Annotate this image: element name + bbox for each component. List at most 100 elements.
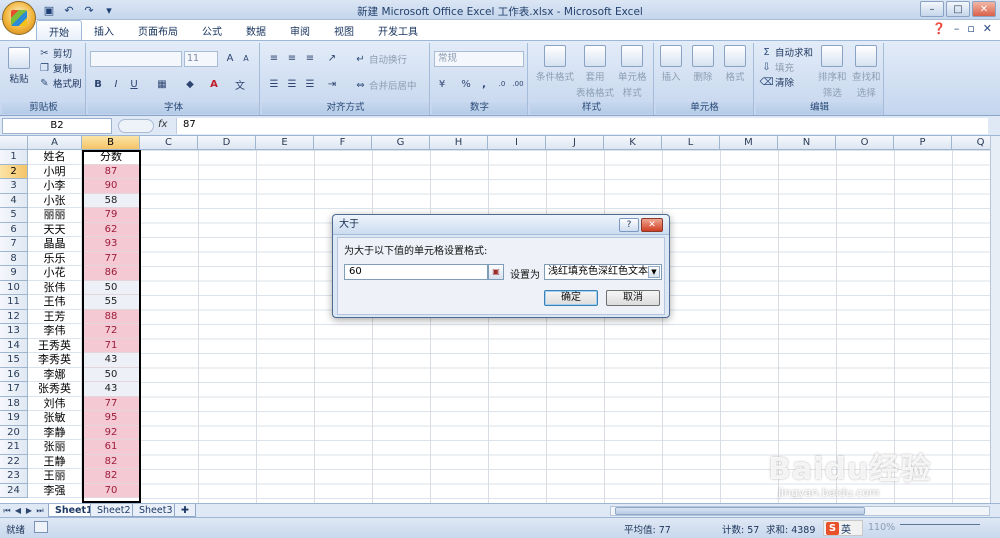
ok-button[interactable]: 确定	[544, 290, 598, 306]
cell-score[interactable]: 50	[82, 367, 140, 382]
cell-score[interactable]: 分数	[82, 150, 140, 165]
orientation-icon[interactable]: ↗	[324, 51, 340, 65]
cell-score[interactable]: 77	[82, 396, 140, 411]
align-bottom-icon[interactable]: ≡	[302, 51, 318, 65]
ribbon-restore-icon[interactable]: ▫	[967, 22, 974, 35]
row-header[interactable]: 19	[0, 411, 28, 426]
cell-name[interactable]: 小明	[28, 164, 82, 179]
help-icon[interactable]: ❓	[932, 22, 946, 35]
macro-record-icon[interactable]	[34, 521, 48, 533]
column-header-q[interactable]: Q	[952, 136, 990, 150]
cell-score[interactable]: 71	[82, 338, 140, 353]
currency-icon[interactable]: ¥	[434, 77, 450, 91]
zoom-level[interactable]: 110%	[868, 522, 895, 533]
tab-insert[interactable]: 插入	[82, 20, 126, 40]
tab-view[interactable]: 视图	[322, 20, 366, 40]
find-select-button[interactable]: 查找和 选择	[852, 45, 881, 99]
cell-score[interactable]: 82	[82, 454, 140, 469]
font-size-combo[interactable]: 11	[184, 51, 218, 67]
ime-indicator[interactable]: S英	[823, 520, 863, 536]
decrease-decimal-icon[interactable]: .00	[510, 77, 526, 91]
sheet-tab-3[interactable]: Sheet3	[132, 504, 180, 517]
column-header-l[interactable]: L	[662, 136, 720, 150]
tab-review[interactable]: 审阅	[278, 20, 322, 40]
cell-score[interactable]: 95	[82, 411, 140, 426]
column-header-a[interactable]: A	[28, 136, 82, 150]
vertical-scrollbar[interactable]	[990, 136, 1000, 503]
conditional-format-button[interactable]: 条件格式	[536, 45, 574, 83]
cell-name[interactable]: 王芳	[28, 309, 82, 324]
cell-score[interactable]: 82	[82, 469, 140, 484]
cell-name[interactable]: 张丽	[28, 440, 82, 455]
cell-name[interactable]: 李强	[28, 483, 82, 498]
row-header[interactable]: 4	[0, 193, 28, 208]
tab-formulas[interactable]: 公式	[190, 20, 234, 40]
last-sheet-icon[interactable]: ⏭	[35, 505, 45, 516]
row-header[interactable]: 9	[0, 266, 28, 281]
cell-name[interactable]: 王静	[28, 454, 82, 469]
fill-button[interactable]: ⇩ 填充	[760, 60, 794, 75]
row-header[interactable]: 18	[0, 396, 28, 411]
cell-name[interactable]: 王伟	[28, 295, 82, 310]
align-right-icon[interactable]: ☰	[302, 77, 318, 91]
row-header[interactable]: 5	[0, 208, 28, 223]
row-header[interactable]: 23	[0, 469, 28, 484]
delete-cells-button[interactable]: 删除	[692, 45, 714, 83]
cell-score[interactable]: 87	[82, 164, 140, 179]
column-header-p[interactable]: P	[894, 136, 952, 150]
cell-score[interactable]: 72	[82, 324, 140, 339]
row-header[interactable]: 1	[0, 150, 28, 165]
row-header[interactable]: 7	[0, 237, 28, 252]
tab-data[interactable]: 数据	[234, 20, 278, 40]
zoom-slider[interactable]	[900, 524, 980, 530]
comma-button[interactable]: ,	[476, 77, 492, 91]
format-painter-button[interactable]: ✎ 格式刷	[38, 76, 81, 91]
cell-name[interactable]: 小李	[28, 179, 82, 194]
cell-score[interactable]: 55	[82, 295, 140, 310]
paste-button[interactable]: 粘贴	[8, 47, 30, 85]
cell-name[interactable]: 王丽	[28, 469, 82, 484]
column-header-o[interactable]: O	[836, 136, 894, 150]
cell-name[interactable]: 李静	[28, 425, 82, 440]
row-header[interactable]: 16	[0, 367, 28, 382]
cell-score[interactable]: 70	[82, 483, 140, 498]
column-header-h[interactable]: H	[430, 136, 488, 150]
cell-name[interactable]: 张秀英	[28, 382, 82, 397]
cell-score[interactable]: 90	[82, 179, 140, 194]
number-format-combo[interactable]: 常规	[434, 51, 524, 67]
row-header[interactable]: 14	[0, 338, 28, 353]
insert-function-button[interactable]: fx	[158, 119, 167, 130]
row-header[interactable]: 12	[0, 309, 28, 324]
bold-button[interactable]: B	[90, 77, 106, 91]
cell-score[interactable]: 92	[82, 425, 140, 440]
row-header[interactable]: 10	[0, 280, 28, 295]
indent-icon[interactable]: ⇥	[324, 77, 340, 91]
cell-score[interactable]: 43	[82, 353, 140, 368]
cell-styles-button[interactable]: 单元格 样式	[618, 45, 647, 99]
border-icon[interactable]: ▦	[154, 77, 170, 91]
shrink-font-icon[interactable]: A	[238, 51, 254, 65]
autosum-button[interactable]: Σ 自动求和	[760, 45, 813, 60]
cell-name[interactable]: 姓名	[28, 150, 82, 165]
cell-score[interactable]: 62	[82, 222, 140, 237]
column-header-g[interactable]: G	[372, 136, 430, 150]
row-header[interactable]: 24	[0, 483, 28, 498]
format-as-table-button[interactable]: 套用 表格格式	[576, 45, 614, 99]
cell-name[interactable]: 小花	[28, 266, 82, 281]
cell-name[interactable]: 张伟	[28, 280, 82, 295]
ribbon-close-icon[interactable]: ✕	[983, 22, 992, 35]
underline-button[interactable]: U	[126, 77, 142, 91]
horizontal-scroll-thumb[interactable]	[615, 507, 865, 515]
wrap-text-button[interactable]: ↵ 自动换行	[354, 52, 407, 67]
copy-button[interactable]: ❐ 复制	[38, 61, 72, 76]
cell-name[interactable]: 王秀英	[28, 338, 82, 353]
sheet-tab-2[interactable]: Sheet2	[90, 504, 138, 517]
cell-name[interactable]: 天天	[28, 222, 82, 237]
cell-score[interactable]: 86	[82, 266, 140, 281]
cancel-button[interactable]: 取消	[606, 290, 660, 306]
column-header-e[interactable]: E	[256, 136, 314, 150]
merge-center-button[interactable]: ⇔ 合并后居中	[354, 78, 416, 93]
column-header-f[interactable]: F	[314, 136, 372, 150]
format-select[interactable]: 浅红填充色深红色文本 ▼	[544, 264, 662, 280]
dialog-close-button[interactable]: ✕	[641, 218, 663, 232]
